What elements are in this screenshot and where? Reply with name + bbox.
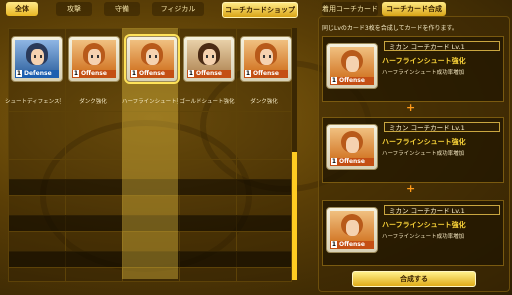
compose-slot-card: 1 Offense <box>326 207 378 253</box>
card-level-badge: 1 <box>331 241 337 248</box>
card-type: Offense <box>339 158 365 165</box>
card-level-badge: 1 <box>245 70 251 77</box>
coach-card[interactable]: 1 Offense <box>240 36 292 82</box>
card-type: Offense <box>196 70 222 77</box>
compose-card-desc: ハーフラインシュート成功率増加 <box>382 151 465 157</box>
compose-card-skill: ハーフラインシュート強化 <box>382 138 466 146</box>
compose-button[interactable]: 合成する <box>352 271 476 287</box>
card-type: Offense <box>339 241 365 248</box>
plus-icon: + <box>406 101 416 114</box>
coach-card[interactable]: 1 Offense <box>183 36 235 82</box>
card-type: Defense <box>24 70 52 77</box>
game-window: 全体 攻撃 守備 フィジカル コーチカードショップ 着用コーチカード コーチカー… <box>0 0 512 295</box>
plus-icon: + <box>406 182 416 195</box>
card-label: ハーフラインシュート強化 <box>122 99 178 105</box>
card-level-badge: 1 <box>73 70 79 77</box>
card-type: Offense <box>81 70 107 77</box>
compose-card-skill: ハーフラインシュート強化 <box>382 57 466 65</box>
card-label: シュートディフェンス強化 <box>5 99 61 105</box>
coach-card-selected[interactable]: 1 Offense <box>126 36 178 82</box>
coach-card[interactable]: 1 Defense <box>11 36 63 82</box>
card-portrait <box>15 40 59 70</box>
compose-card-title: ミカン コーチカード Lv.1 <box>384 122 500 132</box>
tab-attack[interactable]: 攻撃 <box>56 2 92 16</box>
card-level-badge: 1 <box>16 70 22 77</box>
tab-all[interactable]: 全体 <box>6 2 38 16</box>
card-label: ダンク強化 <box>79 99 107 105</box>
tab-equipped-coach-card[interactable]: 着用コーチカード <box>322 2 378 16</box>
card-level-badge: 1 <box>188 70 194 77</box>
compose-instructions: 同じLvのカード3枚を合成してカードを作ります。 <box>322 25 458 32</box>
card-type: Offense <box>253 70 279 77</box>
card-type: Offense <box>339 77 365 84</box>
card-type: Offense <box>139 70 165 77</box>
scrollbar-thumb[interactable] <box>292 152 297 280</box>
card-portrait <box>244 40 288 70</box>
coach-card-shop-button[interactable]: コーチカードショップ <box>222 2 298 18</box>
compose-slot-card: 1 Offense <box>326 124 378 170</box>
compose-card-title: ミカン コーチカード Lv.1 <box>384 205 500 215</box>
card-level-badge: 1 <box>331 77 337 84</box>
compose-card-desc: ハーフラインシュート成功率増加 <box>382 234 465 240</box>
compose-card-skill: ハーフラインシュート強化 <box>382 221 466 229</box>
compose-card-title: ミカン コーチカード Lv.1 <box>384 41 500 51</box>
card-label: ゴールドシュート強化 <box>179 99 235 105</box>
card-level-badge: 1 <box>331 158 337 165</box>
coach-card[interactable]: 1 Offense <box>68 36 120 82</box>
card-label: ダンク強化 <box>250 99 278 105</box>
tab-physical[interactable]: フィジカル <box>152 2 204 16</box>
compose-slot-card: 1 Offense <box>326 43 378 89</box>
compose-card-desc: ハーフラインシュート成功率増加 <box>382 70 465 76</box>
tab-defense[interactable]: 守備 <box>104 2 140 16</box>
tab-coach-card-compose[interactable]: コーチカード合成 <box>382 2 446 16</box>
card-portrait <box>187 40 231 70</box>
card-level-badge: 1 <box>131 70 137 77</box>
card-portrait <box>72 40 116 70</box>
card-portrait <box>130 40 174 70</box>
